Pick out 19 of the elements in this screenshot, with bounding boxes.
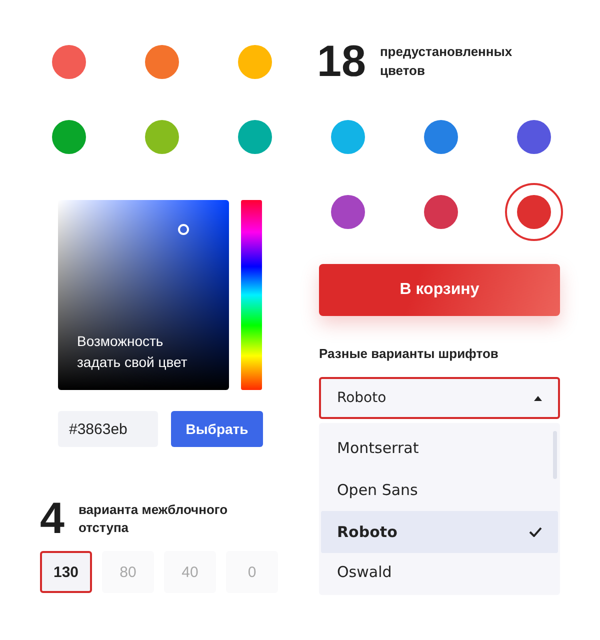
picker-caption: Возможность задать свой цвет xyxy=(77,332,188,372)
font-option[interactable]: Montserrat xyxy=(321,427,558,469)
spacing-count: 4 xyxy=(40,497,64,541)
checkmark-icon xyxy=(529,527,542,537)
caret-up-icon xyxy=(534,396,542,400)
font-option[interactable]: Oswald xyxy=(321,553,558,591)
select-color-button[interactable]: Выбрать xyxy=(171,411,263,447)
hex-input-field[interactable]: #3863eb xyxy=(58,411,158,447)
spacing-caption: варианта межблочного отступа xyxy=(78,500,229,537)
picker-handle[interactable] xyxy=(178,224,189,235)
add-to-cart-button[interactable]: В корзину xyxy=(319,264,560,316)
font-option[interactable]: Roboto xyxy=(321,511,558,553)
font-select-label: Разные варианты шрифтов xyxy=(319,346,500,361)
color-picker-area[interactable]: Возможность задать свой цвет xyxy=(58,200,229,390)
preset-count: 18 xyxy=(317,40,366,84)
spacing-option[interactable]: 130 xyxy=(40,551,92,593)
font-select[interactable]: Roboto xyxy=(319,377,560,419)
font-option[interactable]: Open Sans xyxy=(321,469,558,511)
preset-caption: предустановленных цветов xyxy=(380,43,514,80)
